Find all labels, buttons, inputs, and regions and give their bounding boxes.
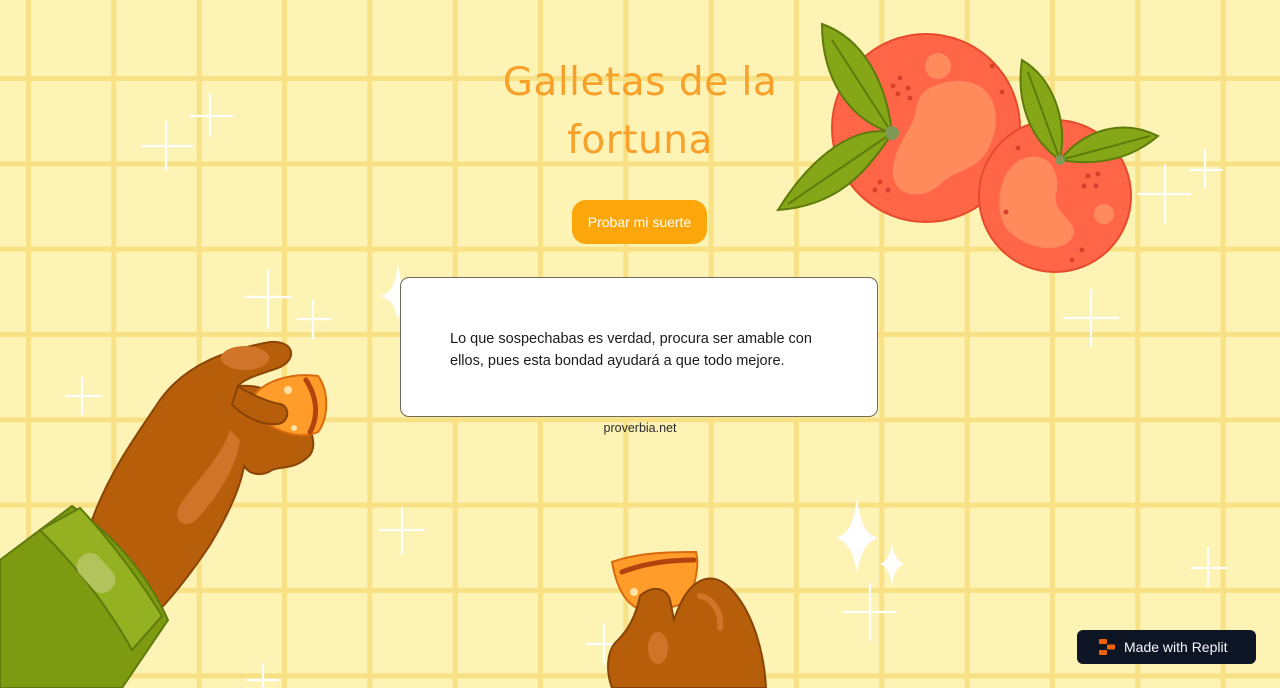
oranges-illustration — [776, 22, 1160, 273]
made-with-replit-badge[interactable]: Made with Replit — [1077, 630, 1256, 664]
page-title: Galletas de la fortuna — [502, 60, 778, 163]
badge-label: Made with Replit — [1124, 639, 1228, 655]
bottom-hand-illustration — [607, 550, 768, 688]
try-luck-button[interactable]: Probar mi suerte — [572, 200, 707, 244]
fortune-text: Lo que sospechabas es verdad, procura se… — [450, 331, 812, 369]
fortune-card: Lo que sospechabas es verdad, procura se… — [400, 277, 878, 417]
left-hand-illustration — [0, 340, 328, 688]
fortune-source: proverbia.net — [603, 421, 677, 435]
replit-logo-icon — [1099, 639, 1115, 655]
